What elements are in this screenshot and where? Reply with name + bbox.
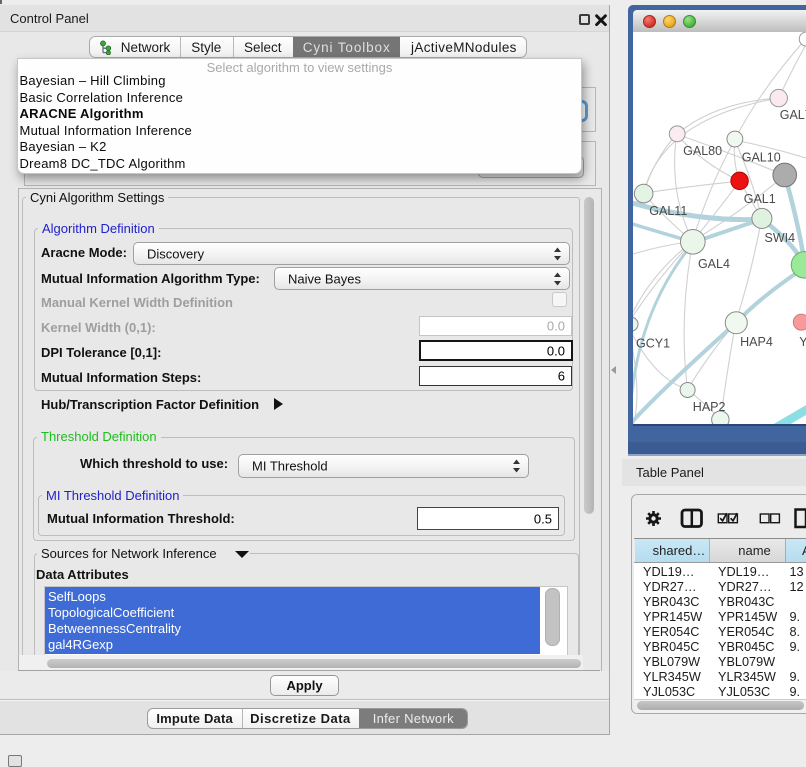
svg-text:HAP4: HAP4 (740, 335, 773, 349)
svg-text:GAL4: GAL4 (698, 257, 730, 271)
svg-text:GCY1: GCY1 (636, 336, 670, 350)
svg-text:SWI4: SWI4 (764, 231, 795, 245)
svg-text:GAL1: GAL1 (743, 192, 775, 206)
svg-text:GAL80: GAL80 (683, 144, 722, 158)
svg-text:HAP2: HAP2 (692, 400, 725, 414)
svg-text:YB: YB (799, 335, 806, 349)
svg-text:GAL7: GAL7 (779, 108, 806, 122)
svg-text:GAL10: GAL10 (741, 151, 780, 165)
svg-text:GAL11: GAL11 (649, 204, 687, 218)
